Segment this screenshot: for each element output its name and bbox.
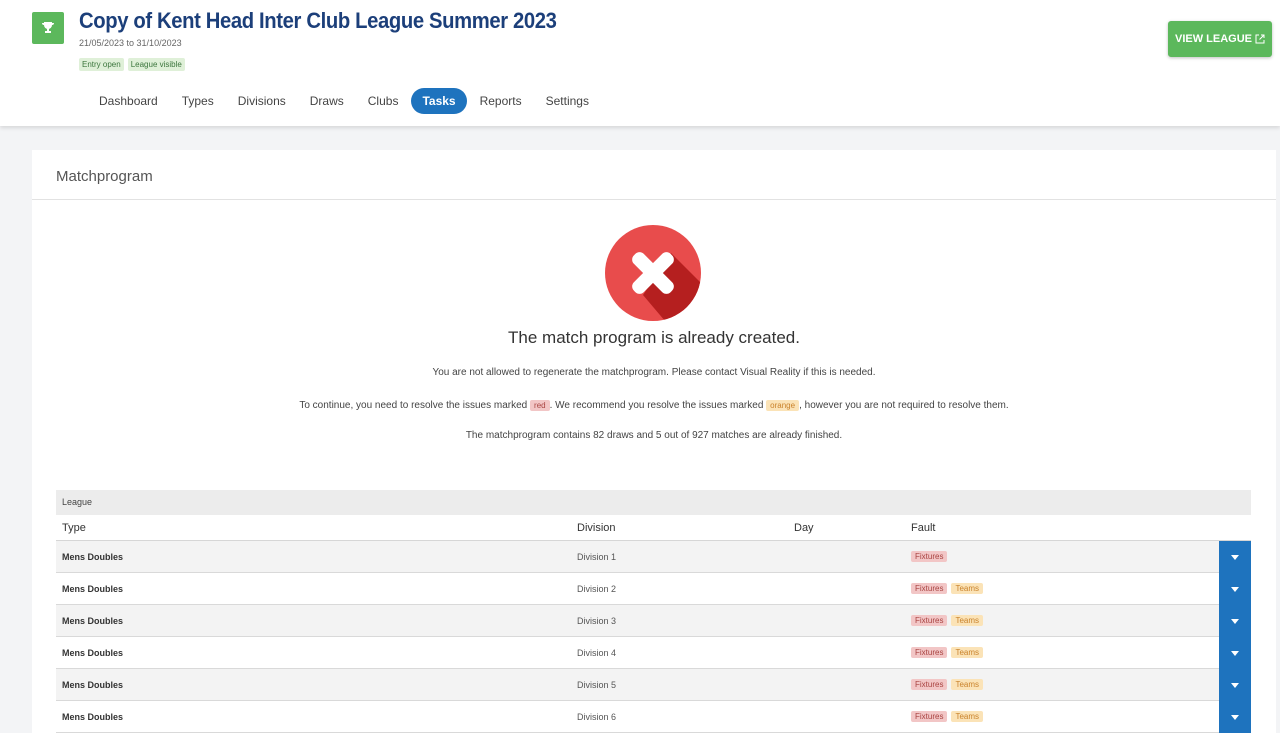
league-dates: 21/05/2023 to 31/10/2023: [79, 38, 182, 48]
message-title: The match program is already created.: [508, 328, 800, 347]
message-resolve-part-c: , however you are not required to resolv…: [799, 400, 1009, 412]
league-nav: Dashboard Types Divisions Draws Clubs Ta…: [88, 88, 602, 114]
row-faults: Fixtures: [911, 541, 948, 572]
header-fault: Fault: [911, 521, 936, 534]
legend-red-tag: red: [530, 400, 550, 411]
panel-divider: [32, 199, 1276, 200]
message-resolve: To continue, you need to resolve the iss…: [32, 400, 1276, 411]
fault-teams-tag: Teams: [951, 647, 984, 658]
table-group-header: League: [56, 490, 1251, 515]
legend-orange-tag: orange: [766, 400, 800, 411]
row-dropdown-button[interactable]: [1219, 605, 1251, 637]
row-division: Division 5: [577, 679, 617, 690]
tab-draws[interactable]: Draws: [299, 88, 355, 114]
message-resolve-part-a: To continue, you need to resolve the iss…: [299, 400, 528, 412]
row-dropdown-button[interactable]: [1219, 637, 1251, 669]
tab-clubs[interactable]: Clubs: [357, 88, 410, 114]
panel-title: Matchprogram: [56, 168, 153, 185]
faults-table: League Type Division Day Fault Mens Doub…: [56, 490, 1251, 733]
badge-entry-open: Entry open: [79, 58, 124, 71]
fault-fixtures-tag: Fixtures: [911, 583, 948, 594]
league-title: Copy of Kent Head Inter Club League Summ…: [79, 8, 557, 33]
row-division: Division 3: [577, 615, 617, 626]
status-badges: Entry open League visible: [79, 58, 185, 71]
table-header-row: Type Division Day Fault: [56, 515, 1251, 541]
view-league-button[interactable]: VIEW LEAGUE: [1168, 21, 1272, 57]
tab-dashboard[interactable]: Dashboard: [88, 88, 169, 114]
header-day: Day: [794, 521, 814, 534]
row-dropdown-button[interactable]: [1219, 541, 1251, 573]
badge-league-visible: League visible: [127, 58, 185, 71]
tab-divisions[interactable]: Divisions: [227, 88, 297, 114]
message-regenerate: You are not allowed to regenerate the ma…: [432, 367, 876, 378]
trophy-icon: [32, 12, 64, 44]
matchprogram-panel: Matchprogram The match program is alread…: [32, 150, 1276, 733]
row-faults: Fixtures Teams: [911, 669, 984, 700]
tab-settings[interactable]: Settings: [535, 88, 600, 114]
message-resolve-part-b: . We recommend you resolve the issues ma…: [549, 400, 764, 412]
fault-teams-tag: Teams: [951, 583, 984, 594]
league-header: Copy of Kent Head Inter Club League Summ…: [0, 0, 1280, 126]
view-league-label: VIEW LEAGUE: [1174, 33, 1252, 45]
row-type: Mens Doubles: [62, 679, 124, 690]
caret-down-icon: [1231, 586, 1239, 592]
fault-teams-tag: Teams: [951, 679, 984, 690]
message-summary: The matchprogram contains 82 draws and 5…: [465, 430, 843, 441]
tab-types[interactable]: Types: [171, 88, 225, 114]
caret-down-icon: [1231, 682, 1239, 688]
caret-down-icon: [1231, 618, 1239, 624]
table-row: Mens Doubles Division 6 Fixtures Teams: [56, 701, 1251, 733]
row-faults: Fixtures Teams: [911, 573, 984, 604]
table-row: Mens Doubles Division 4 Fixtures Teams: [56, 637, 1251, 669]
caret-down-icon: [1231, 714, 1239, 720]
row-type: Mens Doubles: [62, 551, 124, 562]
table-row: Mens Doubles Division 2 Fixtures Teams: [56, 573, 1251, 605]
error-x-icon: [605, 225, 701, 321]
tab-reports[interactable]: Reports: [469, 88, 533, 114]
row-division: Division 2: [577, 583, 617, 594]
row-type: Mens Doubles: [62, 711, 124, 722]
fault-teams-tag: Teams: [951, 711, 984, 722]
row-faults: Fixtures Teams: [911, 637, 984, 668]
fault-fixtures-tag: Fixtures: [911, 711, 948, 722]
row-division: Division 6: [577, 711, 617, 722]
tab-tasks[interactable]: Tasks: [411, 88, 467, 114]
header-division: Division: [577, 521, 616, 534]
header-type: Type: [62, 521, 86, 534]
row-division: Division 1: [577, 551, 617, 562]
row-dropdown-button[interactable]: [1219, 669, 1251, 701]
row-dropdown-button[interactable]: [1219, 701, 1251, 733]
table-row: Mens Doubles Division 3 Fixtures Teams: [56, 605, 1251, 637]
row-type: Mens Doubles: [62, 615, 124, 626]
fault-teams-tag: Teams: [951, 615, 984, 626]
row-dropdown-button[interactable]: [1219, 573, 1251, 605]
fault-fixtures-tag: Fixtures: [911, 647, 948, 658]
row-faults: Fixtures Teams: [911, 701, 984, 732]
fault-fixtures-tag: Fixtures: [911, 551, 948, 562]
table-row: Mens Doubles Division 1 Fixtures: [56, 541, 1251, 573]
external-link-icon: [1255, 34, 1265, 44]
table-row: Mens Doubles Division 5 Fixtures Teams: [56, 669, 1251, 701]
caret-down-icon: [1231, 554, 1239, 560]
row-division: Division 4: [577, 647, 617, 658]
row-type: Mens Doubles: [62, 647, 124, 658]
fault-fixtures-tag: Fixtures: [911, 615, 948, 626]
fault-fixtures-tag: Fixtures: [911, 679, 948, 690]
row-faults: Fixtures Teams: [911, 605, 984, 636]
caret-down-icon: [1231, 650, 1239, 656]
row-type: Mens Doubles: [62, 583, 124, 594]
